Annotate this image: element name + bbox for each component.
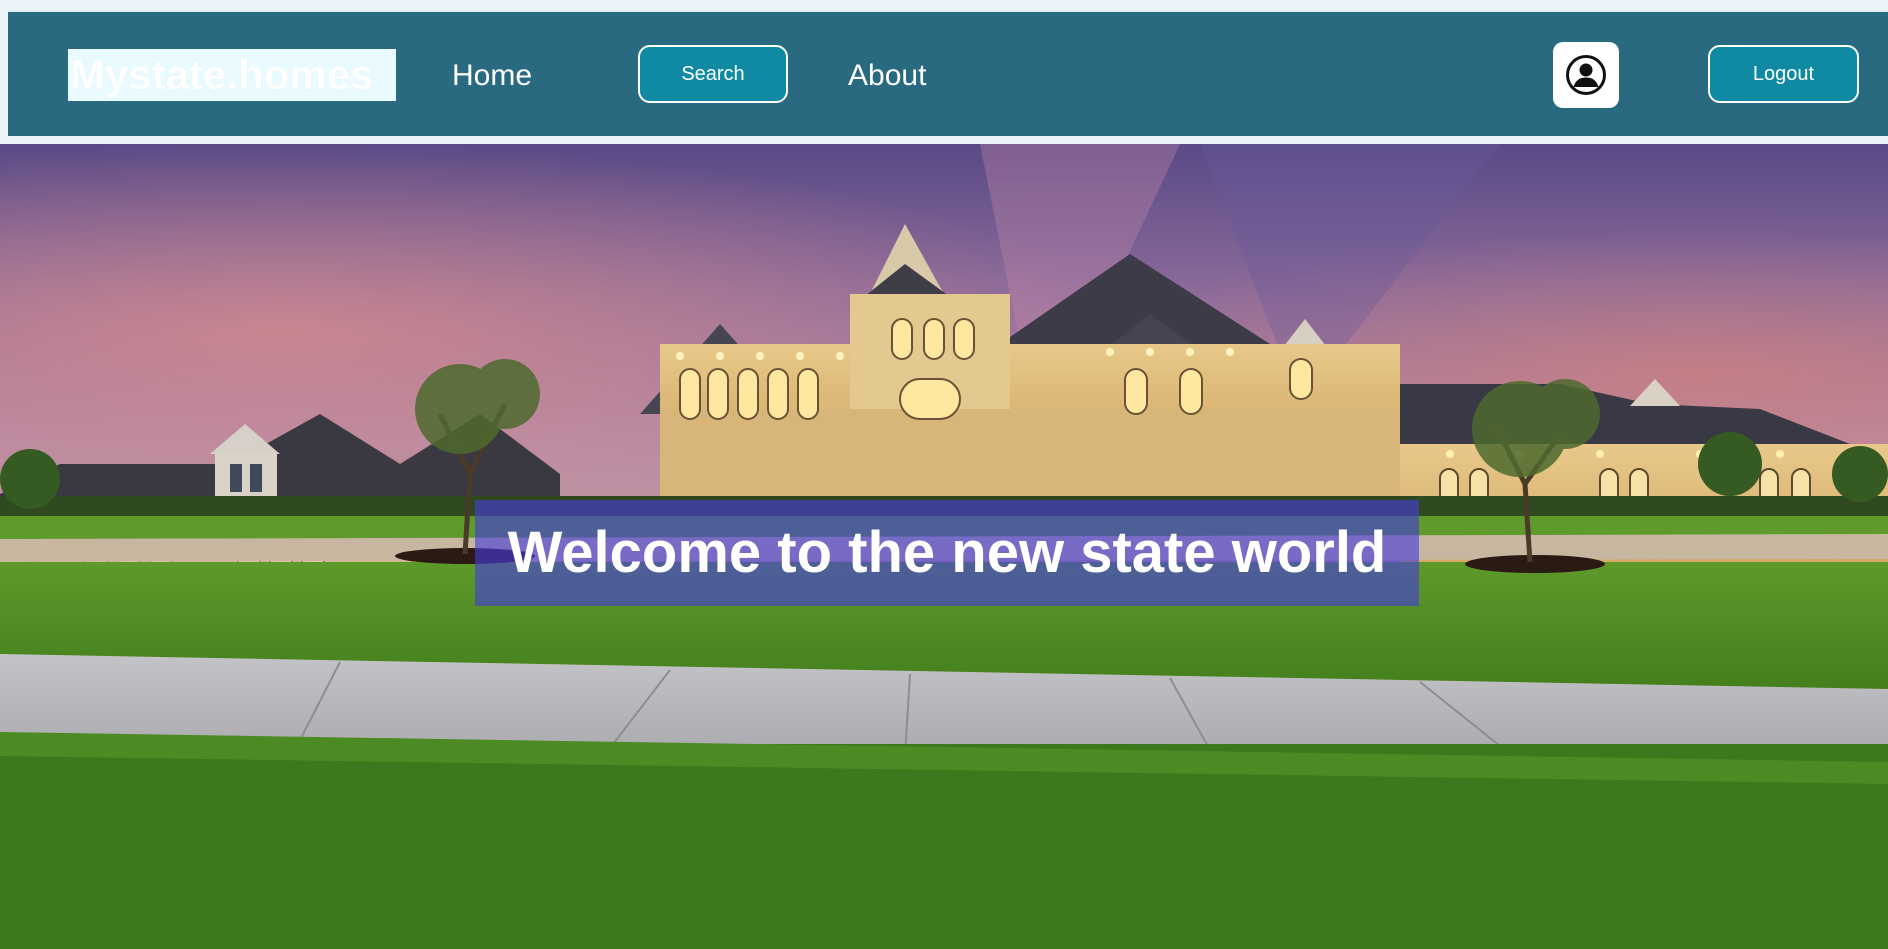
logout-button[interactable]: Logout <box>1708 45 1859 103</box>
page: Mystate.homes Home Search About Logout W… <box>0 0 1888 949</box>
brand-logo[interactable]: Mystate.homes <box>68 49 396 101</box>
search-button[interactable]: Search <box>638 45 788 103</box>
welcome-banner: Welcome to the new state world <box>475 500 1419 606</box>
navbar: Mystate.homes Home Search About Logout <box>8 10 1888 136</box>
hero-section: Welcome to the new state world <box>0 144 1888 949</box>
nav-link-home[interactable]: Home <box>452 58 532 94</box>
user-circle-icon <box>1566 55 1606 95</box>
profile-button[interactable] <box>1553 42 1619 108</box>
nav-link-about[interactable]: About <box>848 58 926 94</box>
welcome-headline: Welcome to the new state world <box>507 520 1387 585</box>
